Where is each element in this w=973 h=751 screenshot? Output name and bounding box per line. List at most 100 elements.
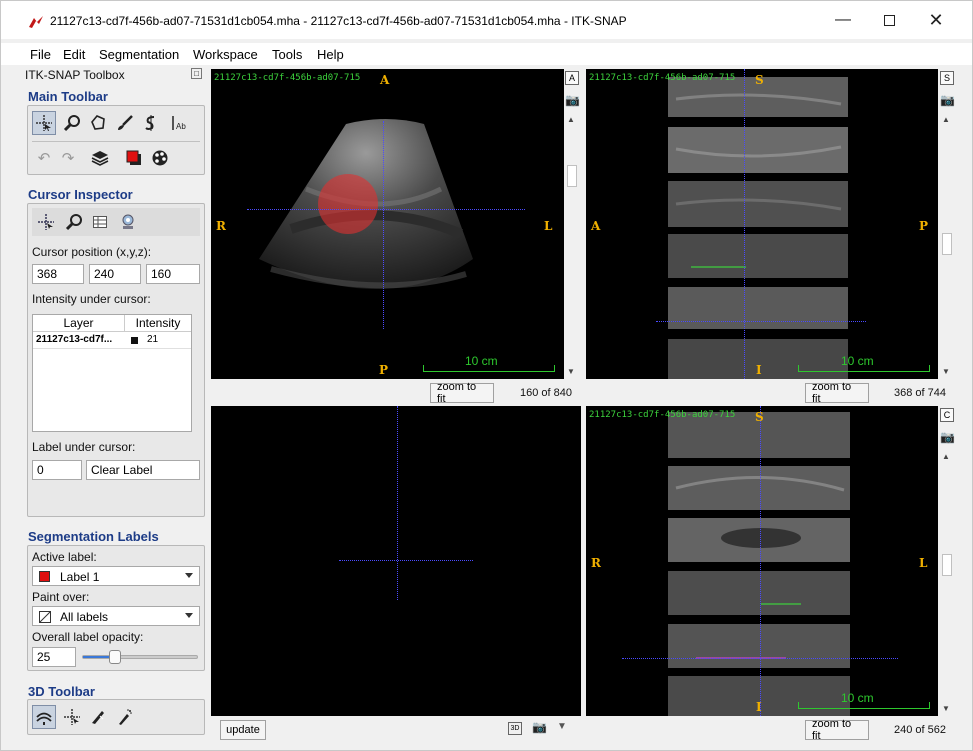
maximize-button[interactable] [866,1,912,39]
camera-icon[interactable]: 📷 [940,93,955,107]
crosshair-horizontal [339,560,473,561]
paint-over-combo[interactable]: All labels [32,606,200,626]
coronal-zoom-to-fit-button[interactable]: zoom to fit [805,718,869,742]
main-toolbar-title: Main Toolbar [28,89,108,104]
intensity-table[interactable]: Layer Intensity 21127c13-cd7f... 21 [32,314,192,432]
orientation-left: R [591,556,601,570]
title-bar: 21127c13-cd7f-456b-ad07-71531d1cb054.mha… [1,1,972,39]
layers-icon[interactable] [88,146,112,170]
snake-tool-icon[interactable] [139,111,163,135]
active-label-combo[interactable]: Label 1 [32,566,200,586]
sagittal-scale-bar [798,371,930,372]
label-color-icon[interactable] [122,146,146,170]
coronal-scrollbar[interactable]: ▲ ▼ [940,406,954,716]
sagittal-view-button[interactable]: S [940,71,954,85]
sagittal-scale-tick-left [798,365,799,371]
chevron-down-icon[interactable]: ▼ [557,721,567,732]
sagittal-viewport[interactable]: 21127c13-cd7f-456b-ad07-715 S I A P 10 c… [586,69,938,379]
label-name-field[interactable]: Clear Label [86,460,200,480]
crosshair-tool-icon[interactable] [32,111,56,135]
crosshair-mode-icon[interactable] [34,210,58,234]
update-button[interactable]: update [220,720,266,740]
cursor-z-field[interactable]: 160 [146,264,200,284]
orientation-right: L [544,219,553,233]
synchronize-icon[interactable] [116,210,140,234]
camera-icon[interactable]: 📷 [940,430,955,444]
coronal-scroll-thumb[interactable] [942,554,952,576]
orientation-bottom: P [379,363,389,377]
orientation-top: A [380,73,390,87]
scalpel-tool-icon[interactable] [86,705,110,729]
opacity-slider-thumb[interactable] [109,650,121,664]
sagittal-slice-indicator: 368 of 744 [894,387,946,399]
orientation-left: A [591,219,601,233]
coronal-ultrasound-image [668,412,850,716]
menu-segmentation[interactable]: Segmentation [99,47,179,62]
label-id-field[interactable]: 0 [32,460,82,480]
scroll-up-icon[interactable]: ▲ [942,115,950,124]
minimize-button[interactable]: — [820,1,866,39]
palette-icon[interactable] [148,146,172,170]
axial-zoom-to-fit-button[interactable]: zoom to fit [430,381,494,405]
active-label-value: Label 1 [60,570,100,584]
scroll-down-icon[interactable]: ▼ [942,704,950,713]
sagittal-ultrasound-image [668,77,848,379]
camera-icon[interactable]: 📷 [565,93,580,107]
orientation-bottom: I [756,700,762,714]
row-intensity-value: 21 [147,334,159,345]
axial-view-button[interactable]: A [565,71,579,85]
orientation-top: S [755,73,764,87]
paint-over-value: All labels [60,610,109,624]
annotation-tool-icon[interactable]: Ab [167,111,191,135]
undock-icon[interactable]: □ [191,68,202,79]
menu-edit[interactable]: Edit [63,47,85,62]
axial-slice-indicator: 160 of 840 [520,387,572,399]
undo-icon[interactable]: ↶ [32,146,56,170]
axial-scroll-thumb[interactable] [567,165,577,187]
view3d-viewport[interactable] [211,406,581,716]
sagittal-scroll-thumb[interactable] [942,233,952,255]
menu-help[interactable]: Help [317,47,344,62]
camera-icon[interactable]: 📷 [532,720,547,734]
opacity-slider-track[interactable] [82,650,198,664]
rotate-3d-tool-icon[interactable] [32,705,56,729]
coronal-viewport[interactable]: 21127c13-cd7f-456b-ad07-715 S I R L 10 c… [586,406,938,716]
scroll-down-icon[interactable]: ▼ [942,367,950,376]
sagittal-zoom-to-fit-button[interactable]: zoom to fit [805,381,869,405]
menu-file[interactable]: File [30,47,51,62]
axial-scrollbar[interactable]: ▲ ▼ [565,69,579,379]
crosshair-3d-tool-icon[interactable] [60,705,84,729]
orientation-bottom: I [756,363,762,377]
cursor-x-field[interactable]: 368 [32,264,84,284]
axial-viewport[interactable]: 21127c13-cd7f-456b-ad07-715 A P R L 10 c… [211,69,564,379]
coronal-view-button[interactable]: C [940,408,954,422]
menu-tools[interactable]: Tools [272,47,302,62]
scroll-up-icon[interactable]: ▲ [567,115,575,124]
crosshair-vertical [383,121,384,329]
menu-workspace[interactable]: Workspace [193,47,258,62]
axial-scale-tick-right [554,365,555,371]
polygon-tool-icon[interactable] [86,111,110,135]
table-row[interactable]: 21127c13-cd7f... 21 [33,332,191,349]
zoom-tool-icon[interactable] [60,111,84,135]
opacity-field[interactable]: 25 [32,647,76,667]
active-label-swatch [39,571,50,582]
column-header-intensity[interactable]: Intensity [125,315,191,332]
scroll-down-icon[interactable]: ▼ [567,367,575,376]
orientation-top: S [755,410,764,424]
redo-icon[interactable]: ↷ [56,146,80,170]
paintbrush-tool-icon[interactable] [113,111,137,135]
axial-scale-tick-left [423,365,424,371]
sagittal-scrollbar[interactable]: ▲ ▼ [940,69,954,379]
spray-paint-tool-icon[interactable] [112,705,136,729]
axial-scale-bar [423,371,555,372]
scroll-up-icon[interactable]: ▲ [942,452,950,461]
segmentation-labels-panel: Active label: Label 1 Paint over: All la… [27,545,205,671]
intensity-swatch [131,337,138,344]
cursor-y-field[interactable]: 240 [89,264,141,284]
table-view-icon[interactable] [88,210,112,234]
close-button[interactable]: ✕ [913,1,959,39]
view-3d-icon[interactable]: 3D [508,722,522,735]
column-header-layer[interactable]: Layer [33,315,125,332]
zoom-mode-icon[interactable] [62,210,86,234]
